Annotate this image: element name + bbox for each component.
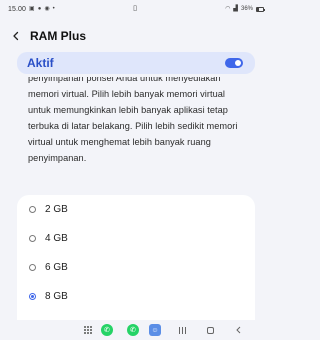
navigation-bar: ✆ ✆ ☺ [0, 320, 272, 340]
option-label: 8 GB [45, 291, 68, 302]
lock-icon: ▯ [133, 5, 137, 12]
option-8gb[interactable]: 8 GB [17, 282, 255, 311]
signal-icon: ▟ [233, 6, 238, 12]
status-time: 15.00 [8, 5, 27, 13]
option-2gb[interactable]: 2 GB [17, 195, 255, 224]
option-label: 4 GB [45, 233, 68, 244]
option-label: 6 GB [45, 262, 68, 273]
apps-grid-icon[interactable] [82, 322, 94, 338]
battery-percent: 36% [240, 6, 253, 12]
option-label: 2 GB [45, 204, 68, 215]
description-text: penyimpanan ponsel Anda untuk menyediaka… [28, 77, 238, 163]
image-icon: ▣ [29, 6, 35, 12]
description-region: penyimpanan ponsel Anda untuk menyediaka… [0, 77, 272, 193]
back-button[interactable] [2, 22, 30, 50]
radio-button[interactable] [29, 264, 36, 271]
radio-button[interactable] [29, 293, 36, 300]
header: RAM Plus [0, 22, 272, 50]
whatsapp-icon[interactable]: ✆ [100, 322, 114, 338]
radio-button[interactable] [29, 235, 36, 242]
recent-apps-icon[interactable] [176, 322, 188, 338]
master-toggle-switch[interactable] [225, 58, 243, 68]
home-icon[interactable] [204, 322, 216, 338]
battery-icon [256, 6, 265, 12]
master-toggle-row[interactable]: Aktif [17, 52, 255, 74]
status-left: 15.00 ▣ ● ◉ • [8, 6, 55, 13]
message-icon: ● [37, 6, 42, 12]
page-title: RAM Plus [30, 29, 87, 43]
option-4gb[interactable]: 4 GB [17, 224, 255, 253]
status-right: ◠ ▟ 36% [225, 6, 265, 12]
dot-icon: • [52, 6, 55, 12]
option-6gb[interactable]: 6 GB [17, 253, 255, 282]
toggle-knob [235, 60, 241, 66]
app-icon[interactable]: ☺ [148, 322, 162, 338]
back-icon[interactable] [232, 322, 244, 338]
radio-button[interactable] [29, 206, 36, 213]
whatsapp-icon[interactable]: ✆ [126, 322, 140, 338]
wifi-icon: ◠ [225, 6, 231, 12]
chat-icon: ◉ [44, 6, 50, 12]
toggle-label: Aktif [27, 56, 54, 70]
back-arrow-icon [13, 31, 19, 41]
ram-size-options: 2 GB 4 GB 6 GB 8 GB [17, 195, 255, 320]
